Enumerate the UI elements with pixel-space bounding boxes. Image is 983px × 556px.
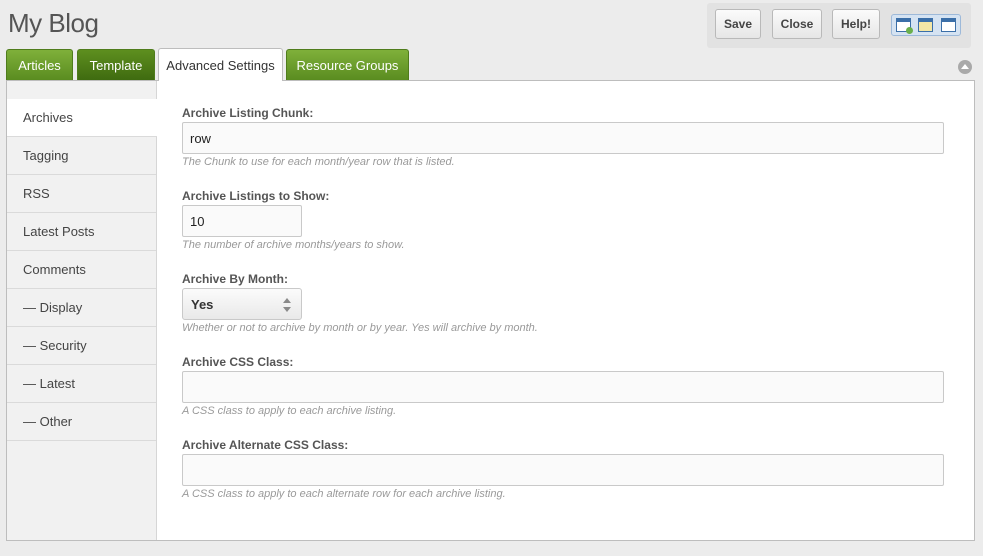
- sidebar-item-rss[interactable]: RSS: [7, 175, 156, 213]
- view-mode-group: [891, 14, 961, 36]
- page: My Blog Save Close Help! Articles Templa…: [0, 0, 983, 556]
- archive-by-month-description: Whether or not to archive by month or by…: [182, 322, 538, 334]
- sidebar-item-tagging[interactable]: Tagging: [7, 137, 156, 175]
- sidebar-item-comments[interactable]: Comments: [7, 251, 156, 289]
- collapse-icon[interactable]: [958, 60, 972, 74]
- settings-panel: Archives Tagging RSS Latest Posts Commen…: [6, 80, 975, 541]
- select-arrows-icon: [283, 298, 291, 312]
- save-button[interactable]: Save: [715, 9, 761, 39]
- sidebar-item-archives[interactable]: Archives: [7, 99, 157, 137]
- archive-listing-chunk-description: The Chunk to use for each month/year row…: [182, 156, 455, 168]
- archive-by-month-select[interactable]: Yes: [182, 288, 302, 320]
- archive-by-month-label: Archive By Month:: [182, 272, 289, 286]
- sidebar-item-latest-posts[interactable]: Latest Posts: [7, 213, 156, 251]
- archive-css-class-input[interactable]: [182, 371, 944, 403]
- archive-listing-chunk-input[interactable]: row: [182, 122, 944, 154]
- archive-css-class-description: A CSS class to apply to each archive lis…: [182, 405, 397, 417]
- sidebar-item-other[interactable]: — Other: [7, 403, 156, 441]
- tab-advanced-settings[interactable]: Advanced Settings: [158, 48, 283, 81]
- sidebar-item-display[interactable]: — Display: [7, 289, 156, 327]
- sidebar-item-security[interactable]: — Security: [7, 327, 156, 365]
- close-button[interactable]: Close: [772, 9, 822, 39]
- edit-panel-icon[interactable]: [918, 18, 934, 32]
- tab-articles[interactable]: Articles: [6, 49, 73, 80]
- tab-resource-groups[interactable]: Resource Groups: [286, 49, 409, 80]
- archive-listings-to-show-input[interactable]: 10: [182, 205, 302, 237]
- archive-alternate-css-class-description: A CSS class to apply to each alternate r…: [182, 488, 506, 500]
- sidebar-item-latest[interactable]: — Latest: [7, 365, 156, 403]
- tab-template[interactable]: Template: [77, 49, 155, 80]
- new-panel-icon[interactable]: [895, 18, 913, 34]
- page-title: My Blog: [8, 8, 99, 38]
- sidebar: Archives Tagging RSS Latest Posts Commen…: [7, 81, 157, 540]
- archive-listings-to-show-description: The number of archive months/years to sh…: [182, 239, 405, 251]
- archive-alternate-css-class-input[interactable]: [182, 454, 944, 486]
- archive-listing-chunk-label: Archive Listing Chunk:: [182, 106, 314, 120]
- layout-panel-icon[interactable]: [941, 18, 957, 32]
- toolbar: Save Close Help!: [707, 3, 971, 48]
- archive-listings-to-show-label: Archive Listings to Show:: [182, 189, 330, 203]
- archive-css-class-label: Archive CSS Class:: [182, 355, 294, 369]
- archive-by-month-value: Yes: [191, 296, 214, 312]
- archive-alternate-css-class-label: Archive Alternate CSS Class:: [182, 438, 349, 452]
- help-button[interactable]: Help!: [832, 9, 880, 39]
